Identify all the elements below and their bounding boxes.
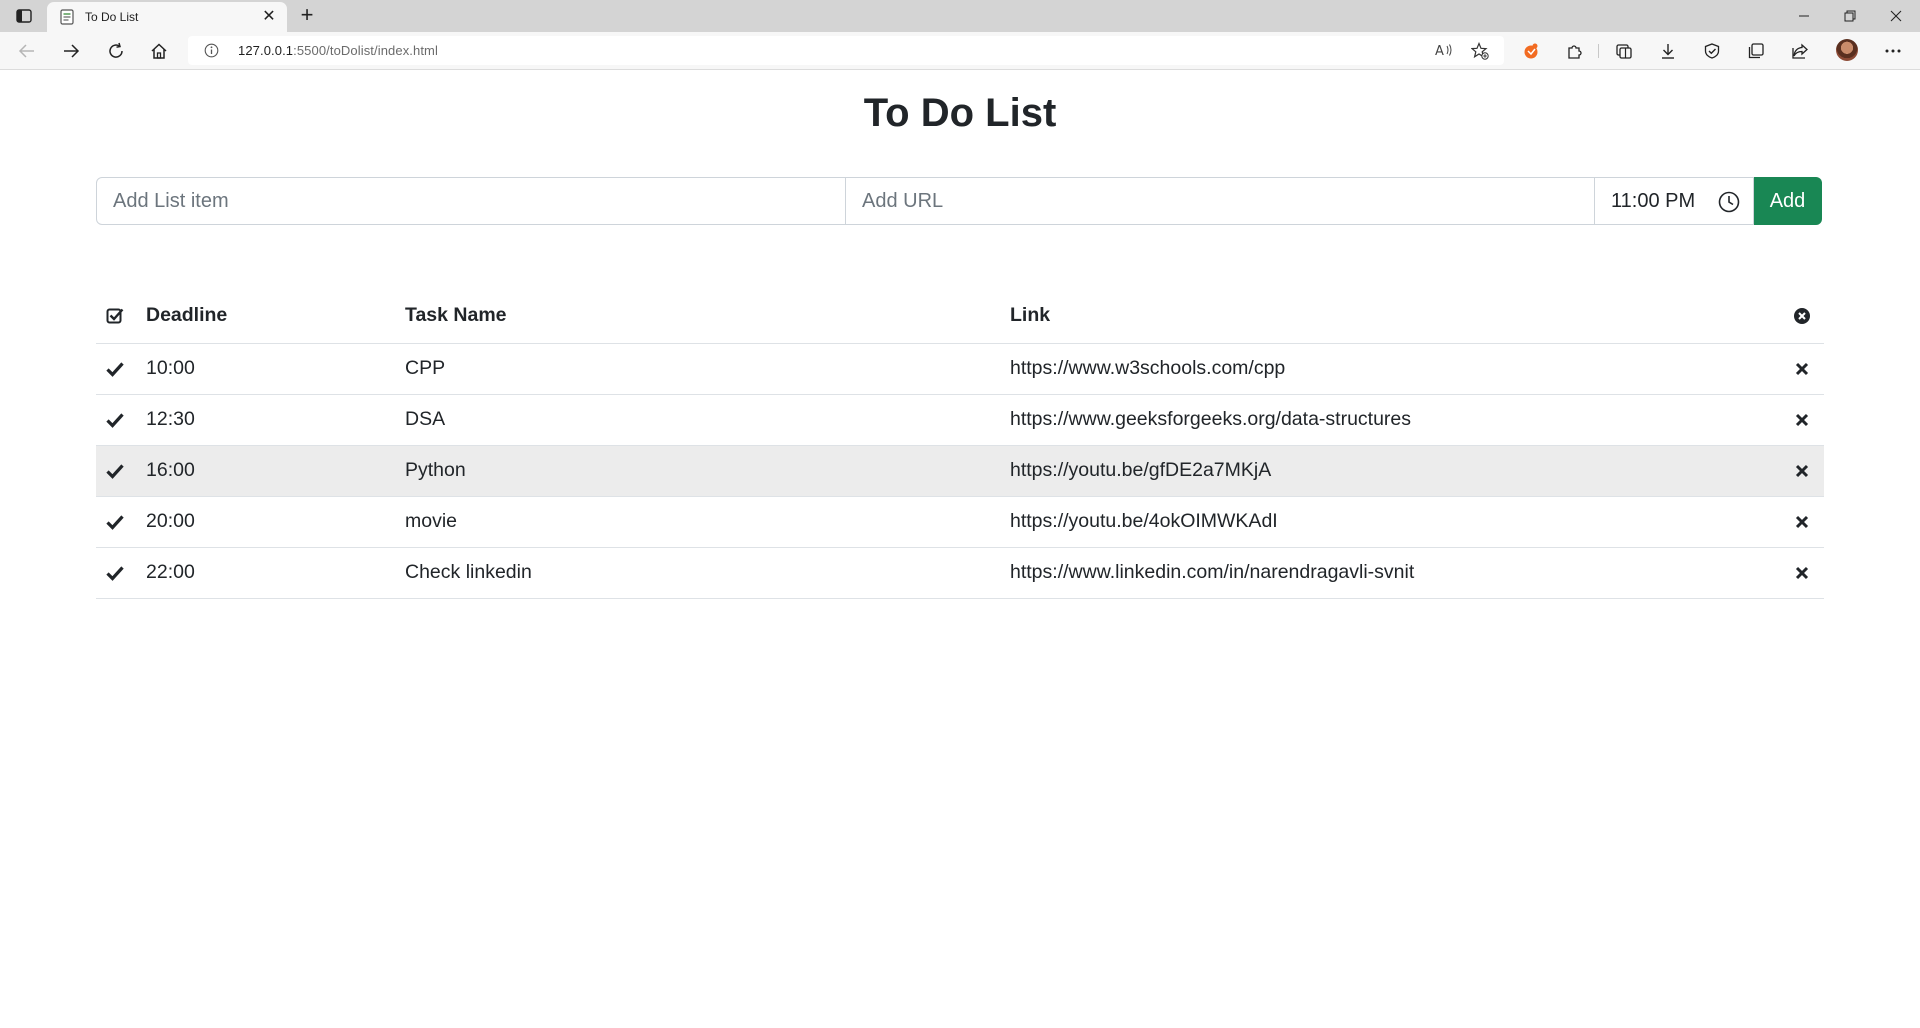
delete-icon[interactable] bbox=[1795, 566, 1809, 580]
tab-actions-icon[interactable] bbox=[14, 6, 34, 26]
restore-icon[interactable] bbox=[1840, 6, 1860, 26]
url-input[interactable] bbox=[845, 177, 1595, 225]
row-task-name: CPP bbox=[397, 343, 1002, 395]
site-info-icon[interactable] bbox=[204, 43, 219, 58]
table-row: 20:00 movie https://youtu.be/4okOIMWKAdI bbox=[96, 496, 1824, 548]
checkbox-checked-icon[interactable] bbox=[106, 307, 124, 325]
row-task-name: Check linkedin bbox=[397, 547, 1002, 599]
todo-table: Deadline Task Name Link 10:00 CPP https://… bbox=[96, 289, 1824, 599]
url-path: :5500/toDolist/index.html bbox=[293, 43, 438, 58]
delete-icon[interactable] bbox=[1795, 464, 1809, 478]
check-icon[interactable] bbox=[106, 514, 124, 530]
check-icon[interactable] bbox=[106, 412, 124, 428]
row-delete-cell bbox=[1780, 394, 1824, 446]
page-title: To Do List bbox=[863, 91, 1057, 135]
extensions-icon[interactable] bbox=[1565, 41, 1585, 61]
row-delete-cell bbox=[1780, 547, 1824, 599]
delete-icon[interactable] bbox=[1795, 362, 1809, 376]
check-icon[interactable] bbox=[106, 361, 124, 377]
row-link[interactable]: https://www.w3schools.com/cpp bbox=[1002, 343, 1780, 395]
extension-orange-icon[interactable] bbox=[1521, 41, 1541, 61]
row-delete-cell bbox=[1780, 343, 1824, 395]
home-icon[interactable] bbox=[149, 41, 169, 61]
read-aloud-icon[interactable]: A bbox=[1435, 42, 1453, 63]
collections-icon[interactable] bbox=[1746, 41, 1766, 61]
browser-tab[interactable]: To Do List ✕ bbox=[47, 2, 287, 32]
time-value: 11:00 PM bbox=[1611, 189, 1696, 212]
row-deadline: 22:00 bbox=[138, 547, 397, 599]
browser-toolbar: 127.0.0.1:5500/toDolist/index.html A bbox=[0, 32, 1920, 70]
add-button[interactable]: Add bbox=[1753, 177, 1822, 225]
browser-essentials-icon[interactable] bbox=[1702, 41, 1722, 61]
row-link[interactable]: https://www.geeksforgeeks.org/data-struc… bbox=[1002, 394, 1780, 446]
page-favicon-icon bbox=[59, 9, 75, 25]
more-options-icon[interactable] bbox=[1883, 41, 1903, 61]
check-icon[interactable] bbox=[106, 463, 124, 479]
table-row: 12:30 DSA https://www.geeksforgeeks.org/da… bbox=[96, 394, 1824, 446]
row-check-cell bbox=[96, 496, 138, 548]
split-screen-icon[interactable] bbox=[1614, 41, 1634, 61]
tab-title: To Do List bbox=[85, 10, 139, 24]
table-row: 10:00 CPP https://www.w3schools.com/cpp bbox=[96, 343, 1824, 395]
header-check-cell bbox=[96, 289, 138, 344]
row-check-cell bbox=[96, 343, 138, 395]
table-row: 22:00 Check linkedin https://www.linkedin.… bbox=[96, 547, 1824, 599]
favorite-star-icon[interactable] bbox=[1470, 41, 1489, 65]
row-task-name: DSA bbox=[397, 394, 1002, 446]
row-check-cell bbox=[96, 394, 138, 446]
back-icon[interactable] bbox=[17, 41, 37, 61]
tab-close-icon[interactable]: ✕ bbox=[261, 9, 277, 25]
check-icon[interactable] bbox=[106, 565, 124, 581]
clear-all-icon[interactable] bbox=[1793, 307, 1811, 325]
row-deadline: 10:00 bbox=[138, 343, 397, 395]
delete-icon[interactable] bbox=[1795, 413, 1809, 427]
row-link[interactable]: https://youtu.be/gfDE2a7MKjA bbox=[1002, 445, 1780, 497]
list-item-input[interactable] bbox=[96, 177, 846, 225]
time-input[interactable]: 11:00 PM bbox=[1594, 177, 1754, 225]
tab-strip: To Do List ✕ + bbox=[0, 0, 1920, 32]
row-deadline: 20:00 bbox=[138, 496, 397, 548]
downloads-icon[interactable] bbox=[1658, 41, 1678, 61]
minimize-icon[interactable] bbox=[1794, 6, 1814, 26]
header-delete-cell bbox=[1780, 289, 1824, 344]
svg-text:A: A bbox=[1435, 44, 1444, 58]
header-link: Link bbox=[1002, 289, 1780, 344]
row-deadline: 12:30 bbox=[138, 394, 397, 446]
row-link[interactable]: https://youtu.be/4okOIMWKAdI bbox=[1002, 496, 1780, 548]
row-delete-cell bbox=[1780, 445, 1824, 497]
refresh-icon[interactable] bbox=[106, 41, 126, 61]
row-delete-cell bbox=[1780, 496, 1824, 548]
row-check-cell bbox=[96, 547, 138, 599]
row-task-name: movie bbox=[397, 496, 1002, 548]
url-text: 127.0.0.1:5500/toDolist/index.html bbox=[238, 43, 438, 58]
close-window-icon[interactable] bbox=[1886, 6, 1906, 26]
delete-icon[interactable] bbox=[1795, 515, 1809, 529]
profile-avatar[interactable] bbox=[1836, 39, 1858, 61]
page-content: To Do List 11:00 PM Add Deadline Task Na… bbox=[0, 71, 1920, 1028]
add-item-form: 11:00 PM Add bbox=[96, 177, 1824, 225]
clock-icon[interactable] bbox=[1718, 191, 1740, 213]
row-deadline: 16:00 bbox=[138, 445, 397, 497]
row-check-cell bbox=[96, 445, 138, 497]
address-bar[interactable]: 127.0.0.1:5500/toDolist/index.html A bbox=[188, 36, 1504, 65]
header-deadline: Deadline bbox=[138, 289, 397, 344]
header-task-name: Task Name bbox=[397, 289, 1002, 344]
table-row: 16:00 Python https://youtu.be/gfDE2a7MKjA bbox=[96, 445, 1824, 497]
forward-icon[interactable] bbox=[61, 41, 81, 61]
row-link[interactable]: https://www.linkedin.com/in/narendragavl… bbox=[1002, 547, 1780, 599]
url-host: 127.0.0.1 bbox=[238, 43, 294, 58]
share-icon[interactable] bbox=[1790, 41, 1810, 61]
toolbar-separator bbox=[1598, 44, 1599, 58]
row-task-name: Python bbox=[397, 445, 1002, 497]
table-header-row: Deadline Task Name Link bbox=[96, 289, 1824, 344]
new-tab-icon[interactable]: + bbox=[296, 4, 318, 27]
